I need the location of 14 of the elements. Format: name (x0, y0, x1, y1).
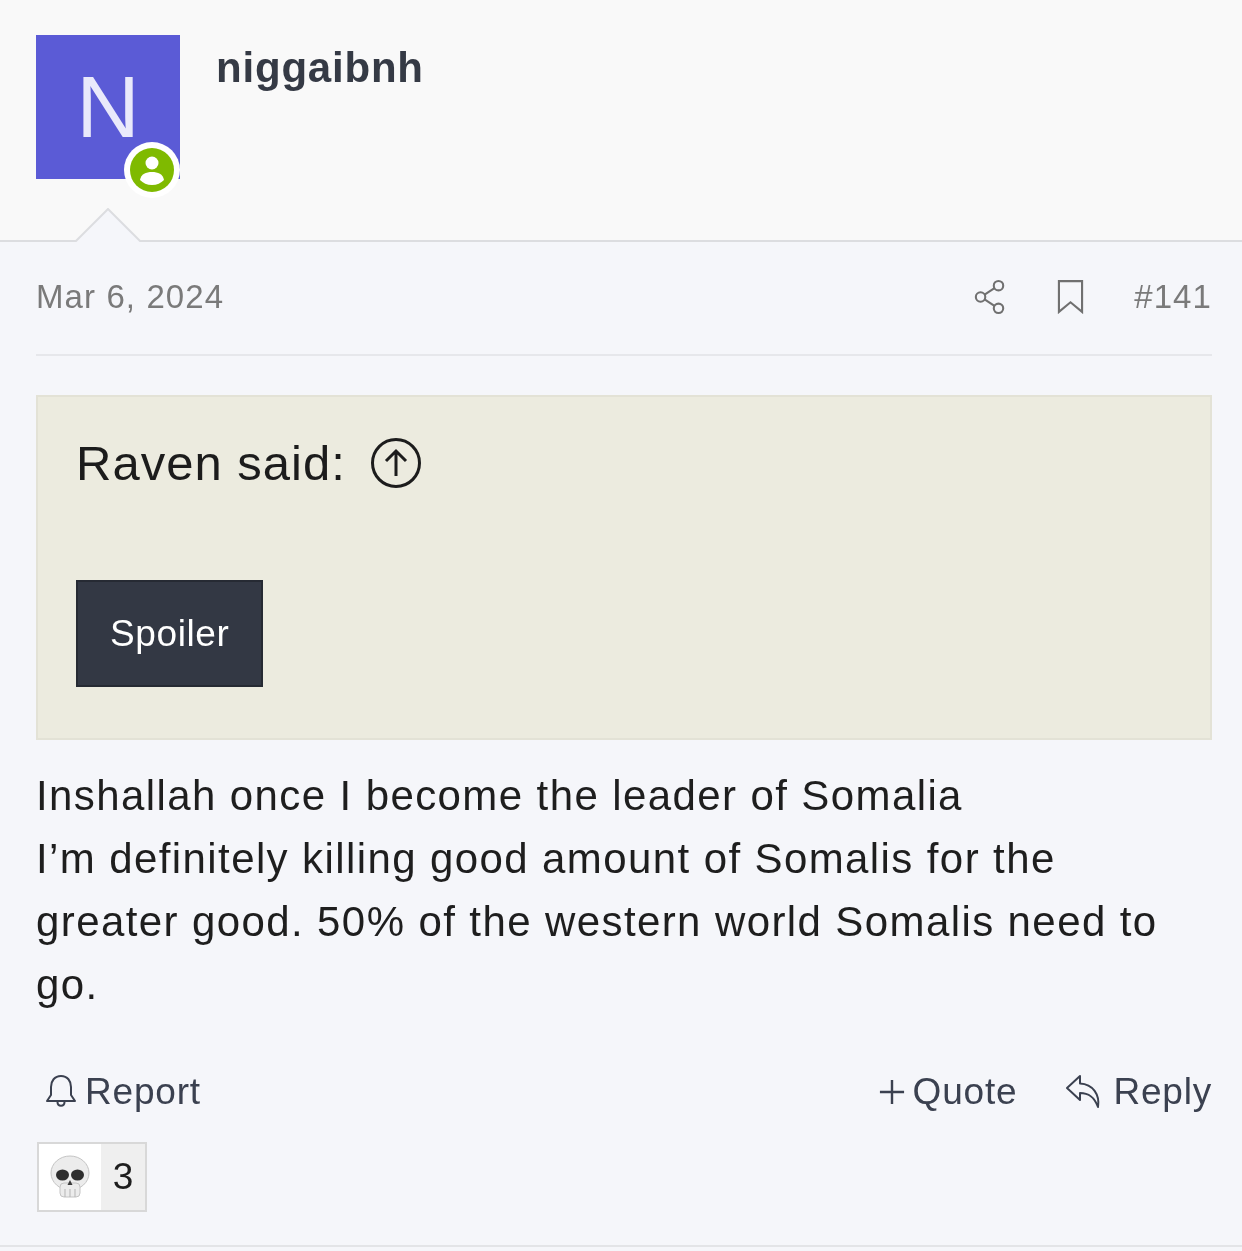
username-link[interactable]: niggaibnh (216, 45, 424, 91)
post-number-link[interactable]: #141 (1134, 278, 1212, 315)
avatar[interactable]: N (36, 35, 180, 179)
report-link[interactable]: Report (45, 1070, 201, 1114)
spoiler-button[interactable]: Spoiler (76, 580, 264, 687)
post-date[interactable]: Mar 6, 2024 (36, 278, 225, 315)
quote-attribution: Raven said: (76, 435, 346, 491)
bookmark-icon[interactable] (1057, 279, 1085, 314)
quote-link[interactable]: Quote (878, 1070, 1018, 1114)
reply-link[interactable]: Reply (1065, 1070, 1212, 1114)
reaction-button[interactable]: 3 (37, 1142, 147, 1212)
plus-icon (878, 1079, 905, 1105)
post-body-text: Inshallah once I become the leader of Somalia I’m definitely killing good amount of Somalis for the greater good. 50% of the western world Somalis need to go. (36, 771, 1159, 1010)
reaction-count: 3 (101, 1144, 145, 1210)
